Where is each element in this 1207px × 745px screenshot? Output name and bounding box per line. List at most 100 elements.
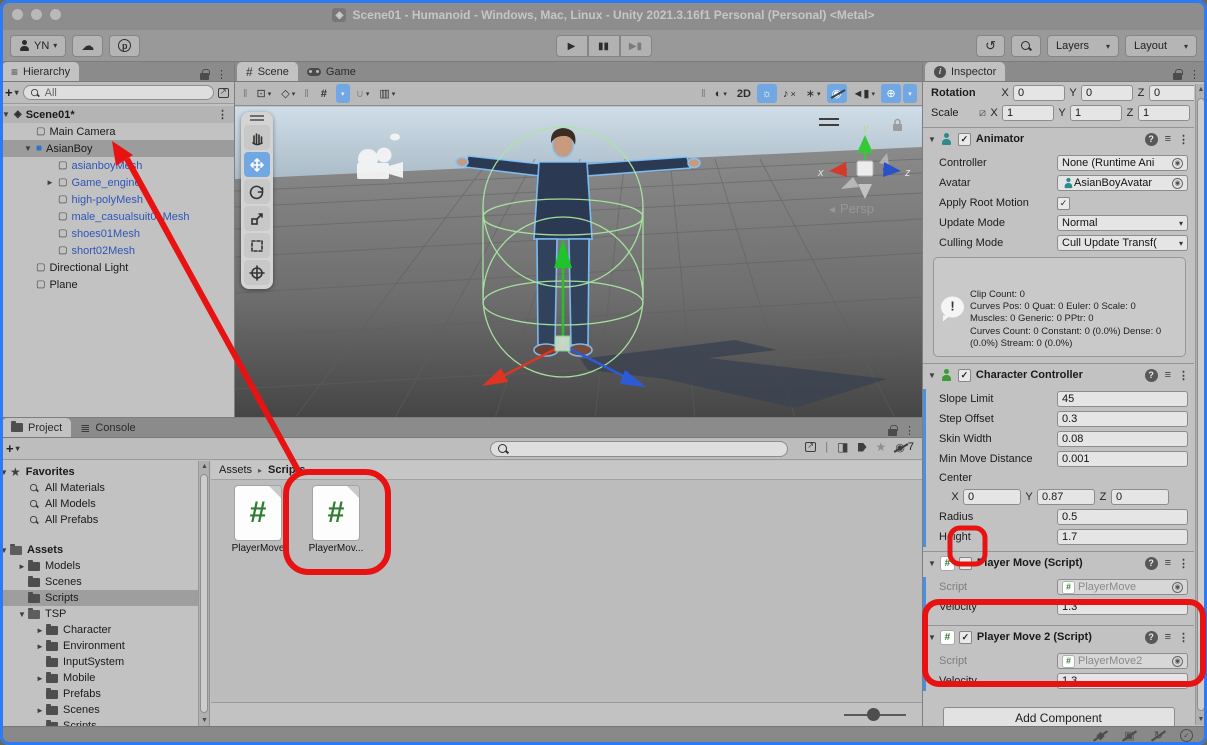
- hierarchy-item-highpolymesh[interactable]: ▢ high-polyMesh: [0, 191, 234, 208]
- close-window-button[interactable]: [12, 9, 23, 20]
- hidden-packages-toggle[interactable]: ◉ 7: [895, 441, 914, 454]
- scrollbar-thumb[interactable]: [200, 474, 208, 713]
- tree-scripts[interactable]: Scripts: [0, 590, 209, 606]
- collab-disabled-icon[interactable]: ▣: [1122, 729, 1137, 743]
- presets-icon[interactable]: ≡: [1165, 369, 1171, 381]
- project-tree-scrollbar[interactable]: ▲ ▼: [198, 461, 209, 726]
- breadcrumb-assets[interactable]: Assets: [219, 464, 252, 476]
- favorite-all-prefabs[interactable]: All Prefabs: [0, 512, 209, 528]
- status-ok-icon[interactable]: ✓: [1180, 729, 1193, 742]
- scroll-up-arrow[interactable]: ▲: [201, 463, 208, 470]
- tool-handle-position-button[interactable]: ⊡▾: [253, 84, 276, 103]
- zoom-window-button[interactable]: [50, 9, 61, 20]
- perspective-indicator[interactable]: Persp: [829, 201, 874, 216]
- hierarchy-item-scene01[interactable]: ▼ ◈ Scene01* ⋮: [0, 106, 234, 123]
- rotation-x-field[interactable]: 0: [1013, 85, 1065, 101]
- center-x-field[interactable]: 0: [963, 489, 1021, 505]
- update-mode-dropdown[interactable]: Normal ▾: [1057, 215, 1188, 231]
- player-move-2-script-field[interactable]: # PlayerMove2 ◉: [1057, 653, 1188, 669]
- palette-drag-handle[interactable]: [250, 115, 264, 121]
- lock-icon[interactable]: [200, 73, 209, 80]
- hierarchy-item-short02mesh[interactable]: ▢ short02Mesh: [0, 242, 234, 259]
- hierarchy-item-asianboymesh[interactable]: ▢ asianboyMesh: [0, 157, 234, 174]
- zoom-slider-knob[interactable]: [867, 708, 880, 721]
- hierarchy-item-game-engine[interactable]: ► ▢ Game_engine: [0, 174, 234, 191]
- hierarchy-item-main-camera[interactable]: ▢ Main Camera: [0, 123, 234, 140]
- scroll-up-arrow[interactable]: ▲: [1196, 86, 1206, 93]
- tree-mobile[interactable]: ► Mobile: [0, 670, 209, 686]
- search-button[interactable]: [1011, 35, 1041, 57]
- hierarchy-item-shoes01mesh[interactable]: ▢ shoes01Mesh: [0, 225, 234, 242]
- tree-scenes-child[interactable]: ► Scenes: [0, 702, 209, 718]
- undo-history-button[interactable]: ↺: [976, 35, 1005, 57]
- animator-enabled-checkbox[interactable]: [958, 133, 971, 146]
- kebab-menu-icon[interactable]: ⋮: [216, 68, 227, 81]
- foldout-open-icon[interactable]: ▼: [2, 110, 10, 119]
- pause-button[interactable]: ▮▮: [588, 35, 620, 57]
- player-move-2-velocity-field[interactable]: 1.3: [1057, 673, 1188, 689]
- effects-dropdown[interactable]: ∗▾: [802, 84, 825, 103]
- foldout-closed-icon[interactable]: ►: [18, 562, 26, 571]
- player-move-2-enabled-checkbox[interactable]: [959, 631, 972, 644]
- grid-options-dropdown[interactable]: ▾: [336, 84, 350, 103]
- scale-z-field[interactable]: 1: [1138, 105, 1190, 121]
- scale-x-field[interactable]: 1: [1002, 105, 1054, 121]
- help-icon[interactable]: ?: [1145, 557, 1158, 570]
- tab-project[interactable]: Project: [2, 418, 71, 437]
- create-object-button[interactable]: +▾: [5, 85, 19, 100]
- tree-models[interactable]: ► Models: [0, 558, 209, 574]
- save-search-icon[interactable]: ★: [876, 440, 887, 454]
- tab-hierarchy[interactable]: ≡ Hierarchy: [2, 62, 79, 81]
- player-move-velocity-field[interactable]: 1.3: [1057, 599, 1188, 615]
- tree-character[interactable]: ► Character: [0, 622, 209, 638]
- tab-inspector[interactable]: i Inspector: [925, 62, 1005, 81]
- object-picker-icon[interactable]: ◉: [1172, 178, 1183, 189]
- hierarchy-item-male-casualsuit[interactable]: ▢ male_casualsuit01Mesh: [0, 208, 234, 225]
- create-asset-button[interactable]: +▾: [6, 441, 20, 456]
- inspector-scrollbar[interactable]: ▲ ▼: [1195, 84, 1206, 725]
- player-move-2-header[interactable]: ▼ # Player Move 2 (Script) ? ≡ ⋮: [923, 625, 1194, 648]
- debugger-disabled-icon[interactable]: ◆: [1093, 729, 1108, 743]
- tool-handle-rotation-button[interactable]: ◇▾: [277, 84, 299, 103]
- camera-settings-dropdown[interactable]: ◄▮▾: [849, 84, 879, 103]
- step-button[interactable]: ▶▮: [620, 35, 652, 57]
- step-offset-field[interactable]: 0.3: [1057, 411, 1188, 427]
- breadcrumb-scripts[interactable]: Scripts: [268, 464, 305, 476]
- scale-y-field[interactable]: 1: [1070, 105, 1122, 121]
- tree-prefabs[interactable]: Prefabs: [0, 686, 209, 702]
- player-move-enabled-checkbox[interactable]: [959, 557, 972, 570]
- search-by-label-icon[interactable]: [858, 443, 867, 452]
- foldout-closed-icon[interactable]: ►: [36, 642, 44, 651]
- asset-playermove[interactable]: # PlayerMove: [223, 486, 293, 554]
- scene-lighting-toggle[interactable]: ☼: [757, 84, 777, 103]
- minimize-window-button[interactable]: [31, 9, 42, 20]
- scroll-down-arrow[interactable]: ▼: [1196, 716, 1206, 723]
- tab-game[interactable]: Game: [298, 62, 365, 81]
- cloud-services-button[interactable]: ☁: [72, 35, 103, 57]
- foldout-closed-icon[interactable]: ►: [36, 706, 44, 715]
- lock-icon[interactable]: [1173, 73, 1182, 80]
- favorite-all-materials[interactable]: All Materials: [0, 480, 209, 496]
- kebab-menu-icon[interactable]: ⋮: [904, 424, 915, 437]
- rotation-y-field[interactable]: 0: [1081, 85, 1133, 101]
- foldout-open-icon[interactable]: ▼: [0, 468, 8, 477]
- lock-icon[interactable]: [888, 429, 897, 436]
- controller-field[interactable]: None (Runtime Ani ◉: [1057, 155, 1188, 171]
- center-z-field[interactable]: 0: [1111, 489, 1169, 505]
- transform-tool-button[interactable]: [244, 260, 270, 285]
- object-picker-icon[interactable]: ◉: [1172, 656, 1183, 667]
- snap-increment-button[interactable]: ▥▾: [375, 84, 399, 103]
- foldout-open-icon[interactable]: ▼: [0, 546, 8, 555]
- layout-dropdown[interactable]: Layout ▾: [1125, 35, 1197, 57]
- play-button[interactable]: ▶: [556, 35, 588, 57]
- tree-environment[interactable]: ► Environment: [0, 638, 209, 654]
- grid-visibility-button[interactable]: #: [314, 84, 334, 103]
- object-picker-icon[interactable]: ◉: [1172, 582, 1183, 593]
- help-icon[interactable]: ?: [1145, 133, 1158, 146]
- presets-icon[interactable]: ≡: [1165, 557, 1171, 569]
- scale-tool-button[interactable]: [244, 206, 270, 231]
- radius-field[interactable]: 0.5: [1057, 509, 1188, 525]
- favorites-header[interactable]: ▼ ★ Favorites: [0, 464, 209, 480]
- kebab-menu-icon[interactable]: ⋮: [1189, 68, 1200, 81]
- kebab-menu-icon[interactable]: ⋮: [1178, 369, 1189, 382]
